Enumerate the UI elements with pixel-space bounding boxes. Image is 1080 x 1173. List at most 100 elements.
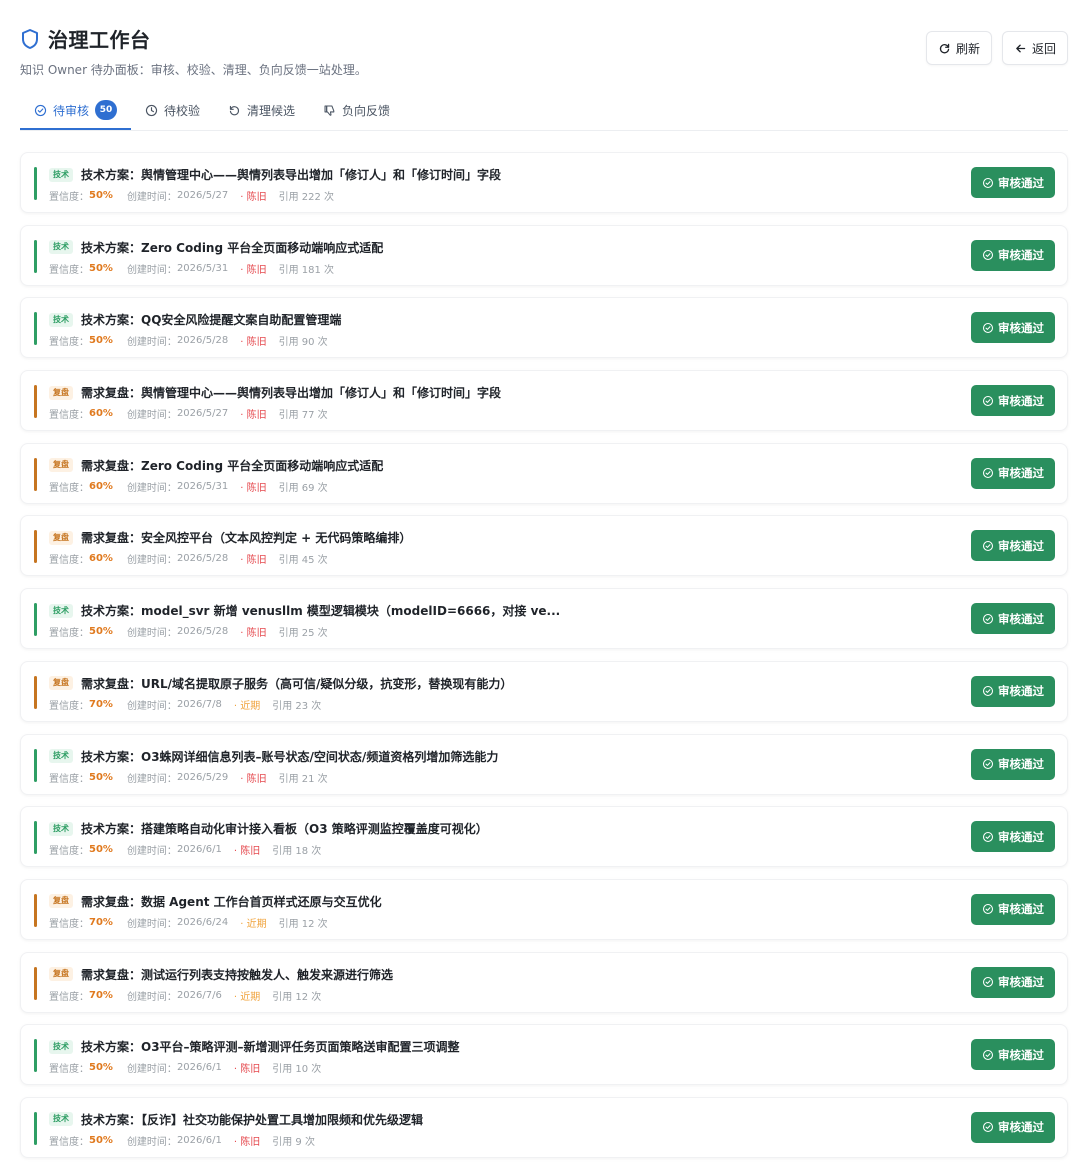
approve-label: 审核通过 xyxy=(998,248,1044,263)
list-item[interactable]: 技术 技术方案：O3蛛网详细信息列表–账号状态/空间状态/频道资格列增加筛选能力置… xyxy=(20,733,1068,795)
item-title[interactable]: 需求复盘：Zero Coding 平台全页面移动端响应式适配 xyxy=(81,457,383,474)
tab-pending-review[interactable]: 待审核 50 xyxy=(20,92,132,130)
freshness-badge: · 陈旧 xyxy=(240,773,267,785)
confidence-value: 70% xyxy=(89,698,113,710)
list-item[interactable]: 技术 技术方案：Zero Coding 平台全页面移动端响应式适配 置信度： 50% 创… xyxy=(20,224,1068,286)
freshness-label: 陈旧 xyxy=(240,1064,261,1076)
type-indicator-bar xyxy=(34,1039,37,1073)
item-title[interactable]: 技术方案：O3蛛网详细信息列表–账号状态/空间状态/频道资格列增加筛选能力 xyxy=(81,748,498,765)
created-label: 创建时间： xyxy=(126,628,177,640)
approve-button[interactable]: 审核通过 xyxy=(971,966,1055,998)
item-meta: 置信度： 50% 创建时间： 2026/6/1 · 陈旧 引用 9 次 xyxy=(49,1133,315,1148)
list-item[interactable]: 技术 技术方案：搭建策略自动化审计接入看板（O3 策略评测监控覆盖度可视化） 置信度… xyxy=(20,806,1068,868)
approve-button[interactable]: 审核通过 xyxy=(971,167,1055,198)
type-tag: 技术 xyxy=(49,1039,73,1054)
created-date: 2026/5/27 xyxy=(176,190,229,201)
type-indicator-bar xyxy=(34,239,37,273)
approve-label: 审核通过 xyxy=(998,538,1044,553)
item-title[interactable]: 需求复盘：数据 Agent 工作台首页样式还原与交互优化 xyxy=(81,893,382,910)
approve-label: 审核通过 xyxy=(998,684,1044,699)
approve-button[interactable]: 审核通过 xyxy=(971,312,1055,344)
list-item[interactable]: 技术 技术方案：舆情管理中心——舆情列表导出增加「修订人」和「修订时间」字段 置信度… xyxy=(20,152,1068,213)
item-title[interactable]: 技术方案：搭建策略自动化审计接入看板（O3 策略评测监控覆盖度可视化） xyxy=(81,820,488,837)
item-title[interactable]: 技术方案：QQ安全风险提醒文案自助配置管理端 xyxy=(81,311,341,328)
count-badge: 50 xyxy=(95,100,118,120)
created-label: 创建时间： xyxy=(126,264,177,276)
list-item[interactable]: 复盘 需求复盘：URL/域名提取原子服务（高可信/疑似分级，抗变形，替换现有能力）… xyxy=(20,660,1068,722)
created-label: 创建时间： xyxy=(126,846,177,858)
tab-cleanup-candidates[interactable]: 清理候选 xyxy=(214,92,309,128)
item-title[interactable]: 需求复盘：舆情管理中心——舆情列表导出增加「修订人」和「修订时间」字段 xyxy=(81,384,501,401)
item-title[interactable]: 需求复盘：测试运行列表支持按触发人、触发来源进行筛选 xyxy=(81,966,393,983)
arrow-left-icon xyxy=(1014,42,1027,55)
approve-button[interactable]: 审核通过 xyxy=(971,748,1055,780)
approve-label: 审核通过 xyxy=(998,902,1044,917)
list-item[interactable]: 复盘 需求复盘：Zero Coding 平台全页面移动端响应式适配 置信度： 60% 创… xyxy=(20,442,1068,504)
item-header: 复盘 需求复盘：舆情管理中心——舆情列表导出增加「修订人」和「修订时间」字段 xyxy=(49,384,501,401)
approve-button[interactable]: 审核通过 xyxy=(971,530,1055,562)
approve-label: 审核通过 xyxy=(998,466,1044,481)
approve-button[interactable]: 审核通过 xyxy=(971,603,1055,635)
type-tag: 复盘 xyxy=(49,967,73,982)
tab-pending-verify[interactable]: 待校验 xyxy=(131,92,214,128)
item-title[interactable]: 技术方案：【反诈】社交功能保护处置工具增加限频和优先级逻辑 xyxy=(81,1111,423,1128)
type-indicator-bar xyxy=(34,457,37,491)
list-item[interactable]: 技术 技术方案：model_svr 新增 venusllm 模型逻辑模块（mode… xyxy=(20,588,1068,650)
check-circle-icon xyxy=(982,177,994,189)
approve-button[interactable]: 审核通过 xyxy=(971,239,1055,271)
confidence-label: 置信度： xyxy=(49,337,89,349)
citation-count: 引用 21 次 xyxy=(278,773,328,785)
review-list: 技术 技术方案：舆情管理中心——舆情列表导出增加「修订人」和「修订时间」字段 置信度… xyxy=(20,152,1068,1170)
page-subtitle: 知识 Owner 待办面板：审核、校验、清理、负向反馈一站处理。 xyxy=(20,63,367,77)
item-title[interactable]: 技术方案：O3平台–策略评测–新增测评任务页面策略送审配置三项调整 xyxy=(81,1038,460,1055)
check-circle-icon xyxy=(982,395,994,407)
approve-label: 审核通过 xyxy=(998,1120,1044,1135)
approve-button[interactable]: 审核通过 xyxy=(971,1111,1055,1143)
list-item[interactable]: 技术 技术方案：O3平台–策略评测–新增测评任务页面策略送审配置三项调整 置信度： 5… xyxy=(20,1024,1068,1086)
item-header: 复盘 需求复盘：Zero Coding 平台全页面移动端响应式适配 xyxy=(49,457,383,474)
freshness-label: 陈旧 xyxy=(240,846,261,858)
item-title[interactable]: 技术方案：舆情管理中心——舆情列表导出增加「修订人」和「修订时间」字段 xyxy=(81,166,501,183)
type-tag: 技术 xyxy=(49,603,73,618)
created-label: 创建时间： xyxy=(126,337,177,349)
item-title[interactable]: 需求复盘：安全风控平台（文本风控判定 + 无代码策略编排） xyxy=(81,529,411,546)
freshness-badge: · 陈旧 xyxy=(240,192,267,203)
type-tag: 技术 xyxy=(49,167,73,182)
approve-button[interactable]: 审核通过 xyxy=(971,893,1055,925)
list-item[interactable]: 技术 技术方案：【反诈】社交功能保护处置工具增加限频和优先级逻辑 置信度： 50% 创建… xyxy=(20,1096,1068,1158)
approve-button[interactable]: 审核通过 xyxy=(971,1039,1055,1071)
approve-button[interactable]: 审核通过 xyxy=(971,675,1055,707)
refresh-icon xyxy=(938,42,951,55)
refresh-button[interactable]: 刷新 xyxy=(925,31,992,65)
freshness-badge: · 陈旧 xyxy=(240,482,267,494)
item-header: 复盘 需求复盘：安全风控平台（文本风控判定 + 无代码策略编排） xyxy=(49,529,411,546)
confidence-label: 置信度： xyxy=(49,555,89,567)
list-item[interactable]: 复盘 需求复盘：安全风控平台（文本风控判定 + 无代码策略编排） 置信度： 60% 创建… xyxy=(20,515,1068,577)
item-meta: 置信度： 70% 创建时间： 2026/6/24 · 近期 引用 12 次 xyxy=(49,915,328,930)
item-title[interactable]: 技术方案：model_svr 新增 venusllm 模型逻辑模块（modelI… xyxy=(81,602,560,619)
check-circle-icon xyxy=(982,467,994,479)
list-item[interactable]: 复盘 需求复盘：测试运行列表支持按触发人、触发来源进行筛选 置信度： 70% 创建时间：… xyxy=(20,951,1068,1013)
back-button[interactable]: 返回 xyxy=(1001,31,1068,65)
tab-label: 待校验 xyxy=(164,103,201,118)
confidence-label: 置信度： xyxy=(49,846,89,858)
tab-negative-feedback[interactable]: 负向反馈 xyxy=(309,92,404,128)
item-title[interactable]: 技术方案：Zero Coding 平台全页面移动端响应式适配 xyxy=(81,239,383,256)
freshness-label: 陈旧 xyxy=(246,264,267,276)
item-title[interactable]: 需求复盘：URL/域名提取原子服务（高可信/疑似分级，抗变形，替换现有能力） xyxy=(81,675,512,692)
list-item[interactable]: 复盘 需求复盘：数据 Agent 工作台首页样式还原与交互优化 置信度： 70% 创建时… xyxy=(20,878,1068,940)
approve-button[interactable]: 审核通过 xyxy=(971,385,1055,417)
approve-button[interactable]: 审核通过 xyxy=(971,821,1055,853)
list-item[interactable]: 技术 技术方案：QQ安全风险提醒文案自助配置管理端 置信度： 50% 创建时间： 2026… xyxy=(20,297,1068,359)
created-date: 2026/7/8 xyxy=(176,698,222,710)
check-circle-icon xyxy=(982,249,994,261)
list-item[interactable]: 复盘 需求复盘：舆情管理中心——舆情列表导出增加「修订人」和「修订时间」字段 置信度… xyxy=(20,370,1068,432)
approve-button[interactable]: 审核通过 xyxy=(971,457,1055,489)
citation-count: 引用 10 次 xyxy=(272,1064,322,1076)
title-row: 治理工作台 xyxy=(20,24,1068,53)
citation-count: 引用 181 次 xyxy=(278,264,335,276)
approve-label: 审核通过 xyxy=(998,975,1044,990)
created-date: 2026/5/29 xyxy=(176,771,229,783)
freshness-label: 陈旧 xyxy=(246,337,267,349)
type-indicator-bar xyxy=(34,385,37,419)
